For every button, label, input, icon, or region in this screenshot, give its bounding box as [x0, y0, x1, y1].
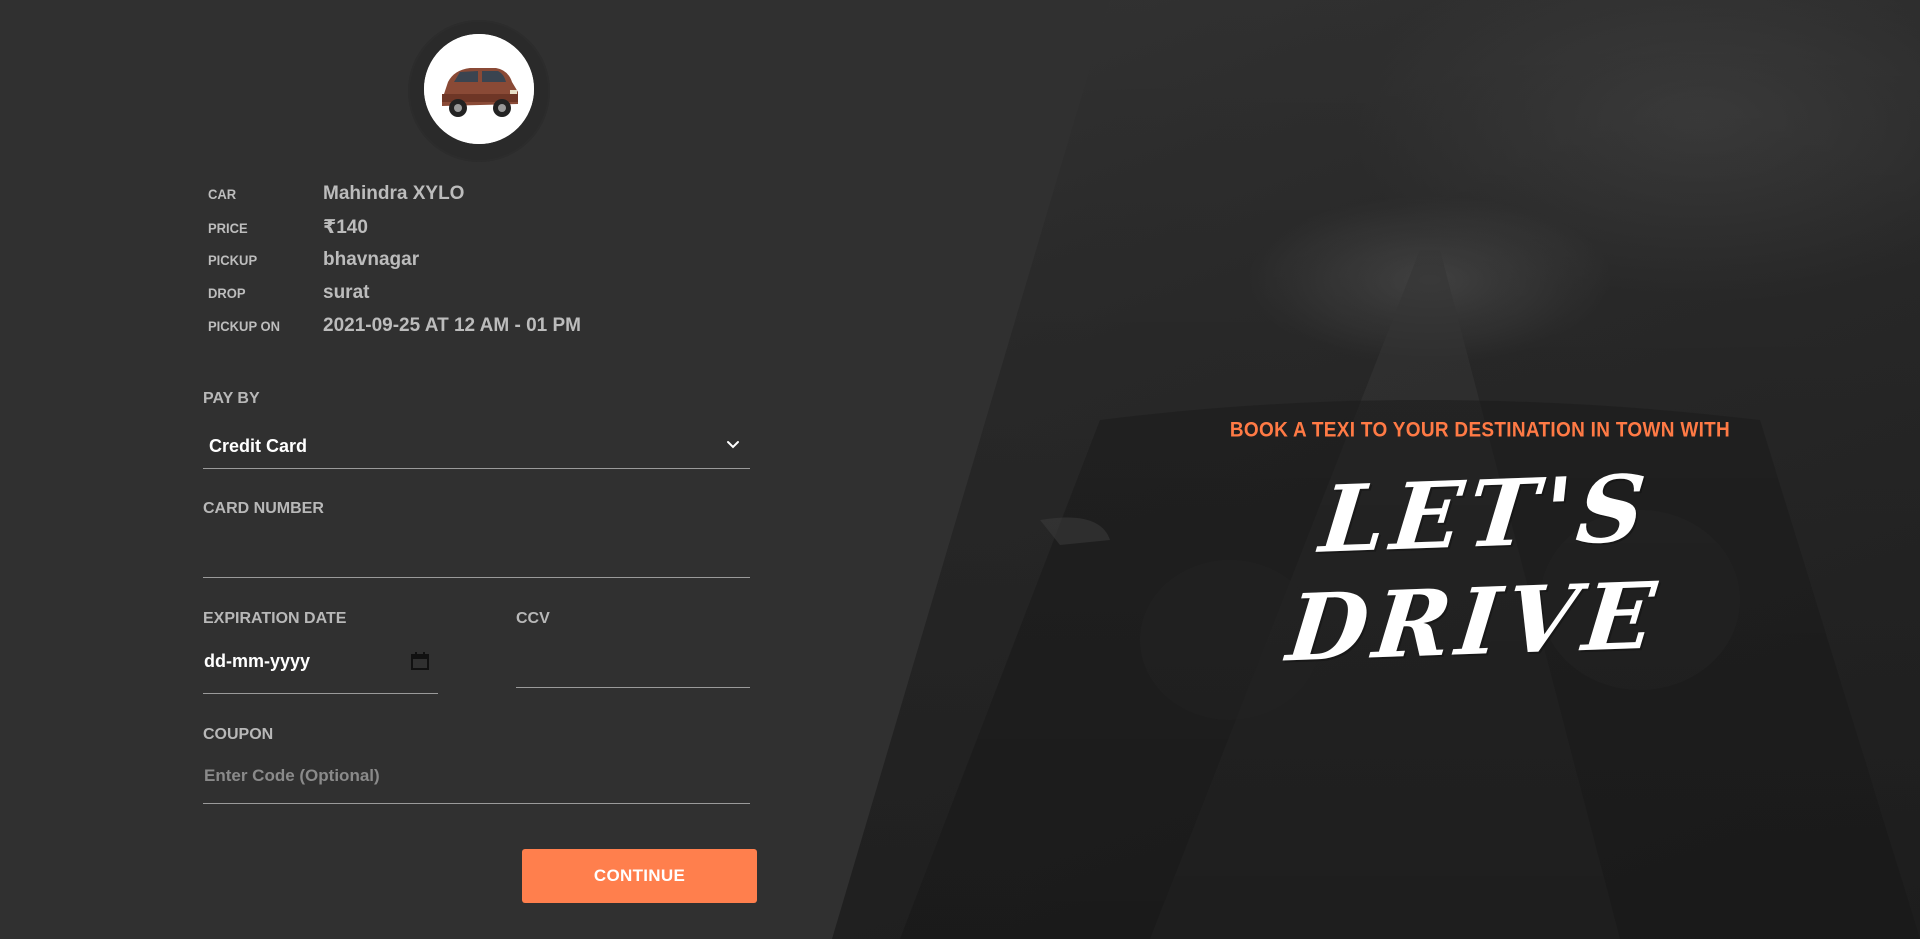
booking-details: CAR Mahindra XYLO PRICE ₹140 PICKUP bhav… — [208, 183, 581, 348]
hero-tagline: BOOK A TEXI TO YOUR DESTINATION IN TOWN … — [1229, 418, 1731, 442]
detail-row-car: CAR Mahindra XYLO — [208, 183, 581, 216]
expiration-date-input[interactable]: dd-mm-yyyy — [204, 651, 310, 672]
detail-value: 2021-09-25 AT 12 AM - 01 PM — [323, 315, 582, 336]
expiration-date-underline — [203, 693, 438, 694]
detail-value: surat — [323, 282, 370, 303]
hero-content: BOOK A TEXI TO YOUR DESTINATION IN TOWN … — [1120, 418, 1840, 683]
expiration-date-label: EXPIRATION DATE — [203, 610, 347, 627]
detail-row-pickup-on: PICKUP ON 2021-09-25 AT 12 AM - 01 PM — [208, 315, 581, 348]
detail-row-price: PRICE ₹140 — [208, 216, 581, 249]
chevron-down-icon — [727, 441, 739, 449]
hero-brand-title: LET'S DRIVE — [1282, 454, 1667, 683]
pay-by-label: PAY BY — [203, 390, 260, 407]
card-number-underline — [203, 577, 750, 578]
coupon-underline — [203, 803, 750, 804]
ccv-underline — [516, 687, 750, 688]
detail-label: DROP — [208, 285, 246, 302]
detail-value: ₹140 — [323, 217, 368, 238]
car-avatar-ring — [408, 20, 550, 162]
detail-label: PICKUP ON — [208, 318, 280, 335]
detail-label: PRICE — [208, 220, 248, 237]
ccv-input[interactable] — [517, 648, 747, 684]
car-avatar — [424, 34, 534, 144]
pay-by-selected-value: Credit Card — [209, 435, 308, 456]
coupon-input[interactable] — [204, 760, 744, 792]
detail-value: bhavnagar — [323, 249, 420, 270]
detail-row-drop: DROP surat — [208, 282, 581, 315]
booking-page: BOOK A TEXI TO YOUR DESTINATION IN TOWN … — [0, 0, 1920, 939]
detail-row-pickup: PICKUP bhavnagar — [208, 249, 581, 282]
car-image-icon — [424, 34, 534, 144]
ccv-label: CCV — [516, 610, 550, 627]
detail-label: CAR — [208, 186, 237, 203]
card-number-input[interactable] — [204, 538, 744, 574]
calendar-icon[interactable] — [410, 651, 430, 671]
coupon-label: COUPON — [203, 726, 274, 743]
card-number-label: CARD NUMBER — [203, 500, 324, 517]
continue-button[interactable]: CONTINUE — [522, 849, 757, 903]
detail-label: PICKUP — [208, 252, 258, 269]
pay-by-select[interactable]: Credit Card — [203, 424, 750, 469]
detail-value: Mahindra XYLO — [323, 183, 465, 204]
